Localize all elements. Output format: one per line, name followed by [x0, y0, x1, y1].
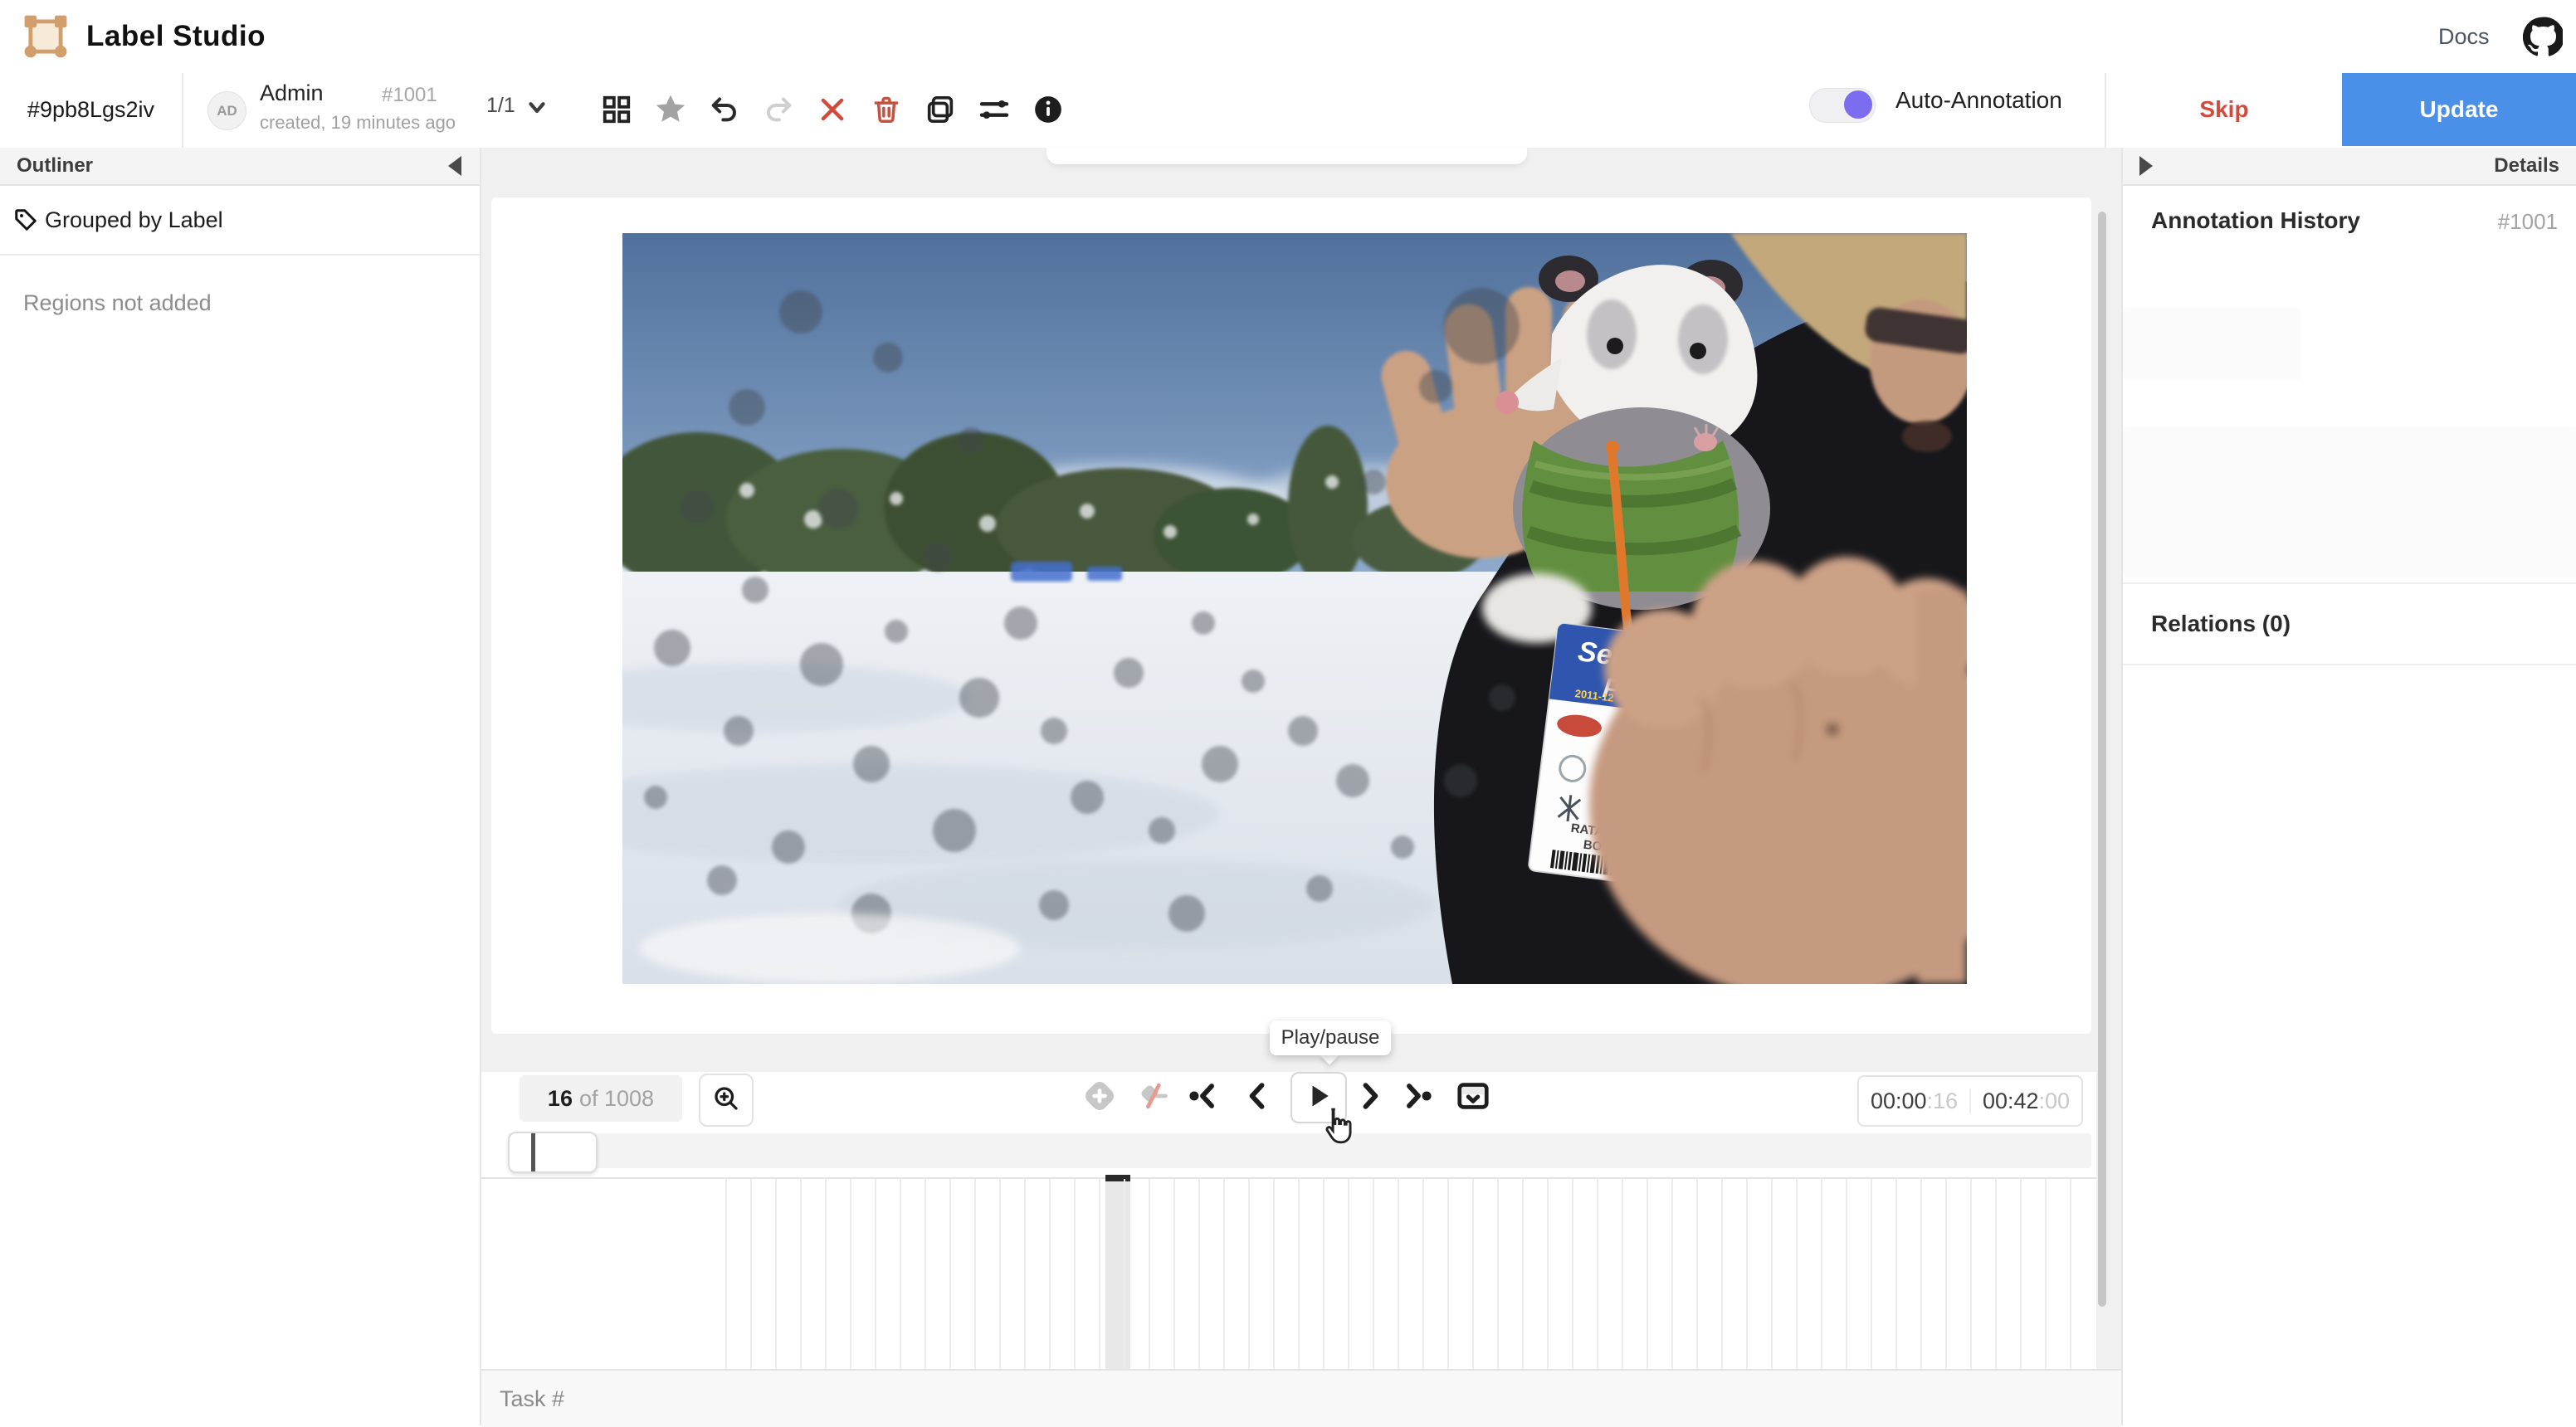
time-position-frames: :16 [1927, 1089, 1959, 1114]
user-name: Admin [260, 80, 324, 106]
time-duration: 00:42:00 [1971, 1089, 2081, 1114]
task-action-bar: #9pb8Lgs2iv AD Admin #1001 created, 19 m… [0, 73, 2576, 149]
divider [2123, 582, 2576, 584]
zoom-in-button[interactable] [699, 1074, 754, 1127]
skip-label: Skip [2199, 96, 2248, 123]
frame-current: 16 [548, 1086, 573, 1112]
avatar-initials: AD [217, 103, 237, 119]
task-footer-label: Task # [500, 1386, 564, 1412]
grouped-by-label-row[interactable]: Grouped by Label [0, 186, 480, 256]
collapse-timeline-icon[interactable] [1454, 1077, 1492, 1115]
chevron-down-icon[interactable] [524, 95, 549, 119]
regions-empty-message: Regions not added [23, 290, 480, 316]
timeline-frame-grid[interactable] [725, 1179, 2091, 1369]
created-info: created, 19 minutes ago [260, 112, 456, 134]
prev-keyframe-icon[interactable] [1183, 1077, 1222, 1115]
outliner-header: Outliner [0, 148, 480, 186]
skip-button[interactable]: Skip [2106, 73, 2342, 146]
update-button[interactable]: Update [2342, 73, 2576, 146]
video-frame: Season Pass 2011-12 RATATOUILLE BOWERS [622, 233, 1967, 984]
main-scrollbar[interactable] [2098, 212, 2106, 1307]
annotation-history-id: #1001 [2498, 209, 2558, 235]
reject-icon[interactable] [813, 90, 851, 129]
settings-sliders-icon[interactable] [975, 90, 1013, 129]
time-duration-frames: :00 [2039, 1089, 2071, 1114]
update-label: Update [2420, 96, 2499, 123]
floating-toolbar-edge [1046, 148, 1527, 164]
label-studio-logo-icon [22, 12, 70, 61]
task-footer: Task # [481, 1369, 2121, 1427]
docs-link[interactable]: Docs [2438, 24, 2490, 50]
history-placeholder [2123, 426, 2576, 577]
frame-counter: 16 of 1008 [520, 1075, 682, 1122]
auto-annotation-toggle[interactable] [1809, 88, 1876, 123]
mouse-cursor-hand [1315, 1103, 1359, 1152]
zoom-in-icon [711, 1084, 741, 1118]
avatar[interactable]: AD [207, 91, 246, 130]
main-content: Season Pass 2011-12 RATATOUILLE BOWERS [481, 148, 2121, 1425]
history-placeholder [2123, 307, 2301, 380]
outliner-panel: Outliner Grouped by Label Regions not ad… [0, 148, 481, 1425]
delete-icon[interactable] [867, 90, 905, 129]
details-title: Details [2494, 154, 2559, 178]
keyframe-add-icon[interactable] [1081, 1077, 1119, 1115]
tooltip-label: Play/pause [1281, 1026, 1380, 1050]
undo-icon[interactable] [705, 90, 744, 129]
seek-playhead-line [531, 1133, 535, 1171]
task-id-label: #9pb8Lgs2iv [27, 97, 154, 123]
next-keyframe-icon[interactable] [1399, 1077, 1437, 1115]
seek-track[interactable] [508, 1133, 2091, 1168]
annotation-toolbar [598, 90, 1067, 129]
top-header: Label Studio Docs [0, 0, 2576, 75]
prev-frame-icon[interactable] [1238, 1077, 1276, 1115]
annotation-history-title: Annotation History [2151, 207, 2360, 234]
annotation-id: #1001 [382, 84, 437, 107]
task-id[interactable]: #9pb8Lgs2iv [0, 73, 182, 146]
time-duration-main: 00:42 [1983, 1089, 2039, 1114]
keyframe-cut-icon[interactable] [1133, 1077, 1171, 1115]
github-icon[interactable] [2523, 17, 2563, 56]
toggle-knob [1844, 90, 1872, 119]
annotation-pager: 1/1 [486, 94, 515, 118]
relations-title: Relations (0) [2151, 611, 2291, 637]
tag-icon [13, 207, 38, 232]
divider [182, 73, 183, 148]
collapse-left-icon[interactable] [448, 156, 461, 176]
info-icon[interactable] [1029, 90, 1067, 129]
details-panel: Details Annotation History #1001 Relatio… [2121, 148, 2576, 1425]
frame-total: of 1008 [579, 1086, 654, 1112]
timeline-card: 16 of 1008 [481, 1072, 2096, 1369]
app-title: Label Studio [86, 20, 266, 53]
time-position-main: 00:00 [1871, 1089, 1927, 1114]
seek-handle[interactable] [508, 1132, 598, 1173]
redo-icon[interactable] [759, 90, 798, 129]
video-player[interactable]: Season Pass 2011-12 RATATOUILLE BOWERS [622, 233, 1967, 984]
duplicate-icon[interactable] [921, 90, 959, 129]
play-pause-tooltip: Play/pause [1270, 1020, 1391, 1055]
details-header: Details [2123, 148, 2576, 186]
grouped-by-label: Grouped by Label [45, 207, 223, 233]
star-icon[interactable] [651, 90, 690, 129]
divider [2123, 664, 2576, 665]
auto-annotation-label: Auto-Annotation [1895, 87, 2062, 114]
expand-right-icon[interactable] [2139, 156, 2153, 176]
grid-view-icon[interactable] [598, 90, 636, 129]
outliner-title: Outliner [17, 154, 93, 178]
time-display: 00:00:16 00:42:00 [1857, 1075, 2083, 1127]
label-studio-app: { "header": { "app_title": "Label Studio… [0, 0, 2576, 1425]
time-position: 00:00:16 [1859, 1089, 1971, 1114]
